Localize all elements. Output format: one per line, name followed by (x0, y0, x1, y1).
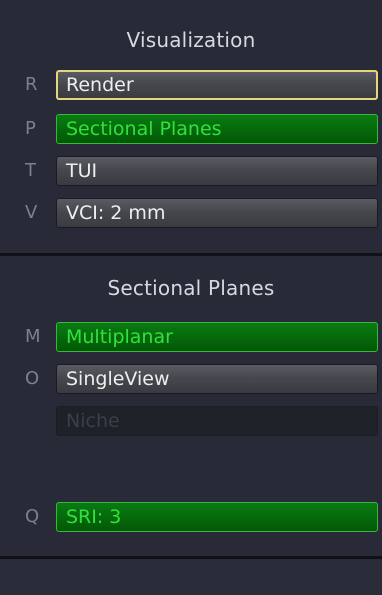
sectional-planes-hotkey: P (25, 118, 36, 139)
multiplanar-row: M Multiplanar (0, 322, 382, 354)
sectional-planes-title: Sectional Planes (107, 276, 275, 300)
multiplanar-button[interactable]: Multiplanar (56, 322, 378, 352)
sectional-planes-row: P Sectional Planes (0, 114, 382, 146)
singleview-row: O SingleView (0, 364, 382, 396)
tui-button[interactable]: TUI (56, 156, 378, 186)
multiplanar-hotkey: M (25, 326, 41, 347)
niche-row: Niche (0, 406, 382, 438)
visualization-panel: Visualization R Render P Sectional Plane… (0, 0, 382, 595)
bottom-divider (0, 556, 382, 559)
sectional-planes-button[interactable]: Sectional Planes (56, 114, 378, 144)
sri-hotkey: Q (25, 506, 40, 527)
render-row: R Render (0, 70, 382, 102)
render-button[interactable]: Render (56, 70, 378, 100)
niche-button: Niche (56, 406, 378, 436)
lower-panel-area (0, 560, 382, 595)
vci-button[interactable]: VCI: 2 mm (56, 198, 378, 228)
singleview-hotkey: O (25, 368, 40, 389)
tui-row: T TUI (0, 156, 382, 188)
vci-row: V VCI: 2 mm (0, 198, 382, 230)
sri-button[interactable]: SRI: 3 (56, 502, 378, 532)
sri-row: Q SRI: 3 (0, 502, 382, 534)
render-hotkey: R (25, 74, 38, 95)
visualization-title: Visualization (126, 28, 256, 52)
vci-hotkey: V (25, 202, 38, 223)
tui-hotkey: T (25, 160, 36, 181)
singleview-button[interactable]: SingleView (56, 364, 378, 394)
section-divider (0, 253, 382, 256)
